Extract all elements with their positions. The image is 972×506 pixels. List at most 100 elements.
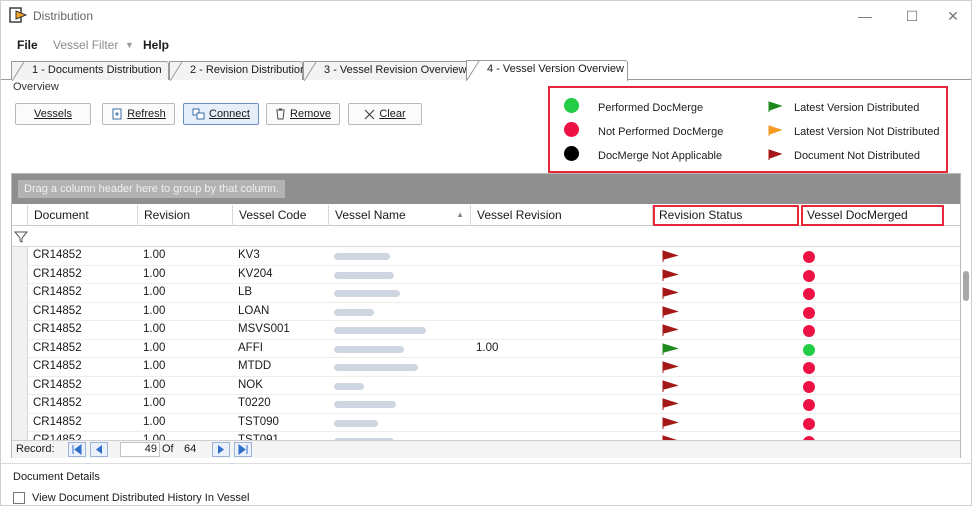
cell-vessel-name-redacted — [334, 327, 426, 334]
cell-vessel-revision: 1.00 — [476, 341, 499, 354]
cell-vessel-code: NOK — [238, 378, 263, 391]
column-vessel-name[interactable]: Vessel Name ▲ — [329, 205, 471, 226]
cell-vessel-code: AFFI — [238, 341, 263, 354]
green-dot-icon — [803, 343, 815, 356]
prev-record-button[interactable] — [90, 442, 108, 457]
table-row[interactable]: CR14852 1.00 KV204 — [12, 265, 960, 284]
tab-revision-distribution[interactable]: 2 - Revision Distribution — [169, 61, 306, 81]
tab-strip: 1 - Documents Distribution 2 - Revision … — [1, 60, 971, 81]
orange-flag-icon — [768, 125, 782, 136]
table-row[interactable]: CR14852 1.00 KV3 — [12, 247, 960, 266]
menu-help[interactable]: Help — [143, 38, 169, 52]
row-selector[interactable] — [12, 376, 28, 395]
red-flag-icon — [768, 149, 782, 160]
cell-document: CR14852 — [33, 323, 82, 335]
tab-documents-distribution[interactable]: 1 - Documents Distribution — [11, 61, 169, 81]
column-vessel-code[interactable]: Vessel Code — [233, 205, 329, 226]
group-panel[interactable]: Drag a column header here to group by th… — [12, 174, 960, 204]
table-row[interactable]: CR14852 1.00 TST091 — [12, 432, 960, 440]
record-of-label: Of — [162, 443, 174, 455]
menu-vessel-filter[interactable]: Vessel Filter — [53, 38, 118, 52]
refresh-button-label: Refresh — [127, 108, 166, 120]
cell-vessel-name-redacted — [334, 345, 404, 353]
row-selector[interactable] — [12, 321, 28, 339]
cell-vessel-name-redacted — [334, 253, 390, 260]
distribution-window: Distribution — ☐ ✕ File Vessel Filter ▼ … — [0, 0, 972, 506]
column-document[interactable]: Document — [28, 205, 138, 226]
chevron-down-icon[interactable]: ▼ — [125, 40, 134, 50]
column-vessel-name-label: Vessel Name — [335, 208, 406, 222]
tab-label: 4 - Vessel Version Overview — [487, 63, 624, 75]
row-selector[interactable] — [12, 247, 28, 265]
close-button[interactable]: ✕ — [935, 5, 971, 27]
tab-vessel-revision-overview[interactable]: 3 - Vessel Revision Overview — [303, 61, 469, 81]
green-flag-icon — [662, 342, 678, 355]
table-row[interactable]: CR14852 1.00 TST090 — [12, 413, 960, 432]
last-icon — [238, 444, 248, 455]
cell-revision: 1.00 — [143, 304, 166, 317]
vessels-button[interactable]: Vessels — [15, 103, 91, 125]
remove-button[interactable]: Remove — [266, 103, 340, 125]
red-dot-icon — [803, 417, 815, 430]
table-row[interactable]: CR14852 1.00 LOAN — [12, 302, 960, 321]
clear-icon — [364, 109, 375, 120]
connect-button[interactable]: Connect — [183, 103, 259, 125]
connect-icon — [192, 108, 205, 120]
row-selector[interactable] — [12, 265, 28, 284]
tab-label: 1 - Documents Distribution — [32, 64, 162, 76]
performed-dot-icon — [564, 98, 579, 113]
row-selector[interactable] — [12, 284, 28, 302]
cell-vessel-code: KV204 — [238, 267, 273, 280]
column-vessel-revision[interactable]: Vessel Revision — [471, 205, 653, 226]
connect-button-label: Connect — [209, 108, 250, 120]
row-selector[interactable] — [12, 395, 28, 413]
red-flag-icon — [662, 398, 678, 410]
column-vessel-docmerged[interactable]: Vessel DocMerged — [801, 205, 944, 226]
table-row[interactable]: CR14852 1.00 MSVS001 — [12, 321, 960, 340]
column-revision[interactable]: Revision — [138, 205, 233, 226]
cell-document: CR14852 — [33, 249, 82, 261]
table-row[interactable]: CR14852 1.00 AFFI 1.00 — [12, 339, 960, 358]
table-row[interactable]: CR14852 1.00 LB — [12, 284, 960, 303]
cell-document: CR14852 — [33, 415, 82, 428]
menu-file[interactable]: File — [17, 38, 38, 52]
first-record-button[interactable] — [68, 442, 86, 457]
clear-button[interactable]: Clear — [348, 103, 422, 125]
table-row[interactable]: CR14852 1.00 T0220 — [12, 395, 960, 414]
filter-icon[interactable] — [14, 230, 28, 244]
refresh-icon — [112, 108, 122, 120]
cell-revision: 1.00 — [143, 397, 166, 409]
cell-vessel-name-redacted — [334, 364, 418, 371]
table-row[interactable]: CR14852 1.00 NOK — [12, 376, 960, 395]
cell-vessel-code: MTDD — [238, 360, 272, 372]
last-record-button[interactable] — [234, 442, 252, 457]
record-number-input[interactable]: 49 — [120, 442, 160, 457]
row-selector[interactable] — [12, 413, 28, 432]
row-selector[interactable] — [12, 302, 28, 321]
cell-vessel-code: LOAN — [238, 304, 270, 317]
vertical-scrollbar[interactable] — [963, 271, 969, 301]
row-selector[interactable] — [12, 432, 28, 440]
header-selector — [12, 205, 28, 226]
row-selector[interactable] — [12, 358, 28, 376]
row-selector[interactable] — [12, 339, 28, 358]
tab-edge — [304, 62, 317, 81]
cell-revision: 1.00 — [143, 323, 166, 335]
filter-row[interactable] — [12, 227, 960, 247]
next-record-button[interactable] — [212, 442, 230, 457]
column-revision-status[interactable]: Revision Status — [653, 205, 799, 226]
cell-document: CR14852 — [33, 360, 82, 372]
record-label: Record: — [16, 443, 55, 455]
red-dot-icon — [803, 288, 815, 300]
maximize-button[interactable]: ☐ — [894, 5, 930, 27]
red-dot-icon — [803, 251, 815, 263]
tab-vessel-version-overview[interactable]: 4 - Vessel Version Overview — [466, 60, 628, 81]
cell-vessel-name-redacted — [334, 401, 396, 408]
table-row[interactable]: CR14852 1.00 MTDD — [12, 358, 960, 377]
minimize-button[interactable]: — — [847, 5, 883, 27]
record-navigator: Record: 49 Of 64 — [12, 440, 960, 458]
view-history-checkbox[interactable] — [13, 492, 25, 504]
cell-vessel-name-redacted — [334, 419, 378, 427]
grid-rows: CR14852 1.00 KV3 CR14852 1.00 KV204 CR14852 1.0… — [12, 247, 960, 440]
refresh-button[interactable]: Refresh — [102, 103, 175, 125]
